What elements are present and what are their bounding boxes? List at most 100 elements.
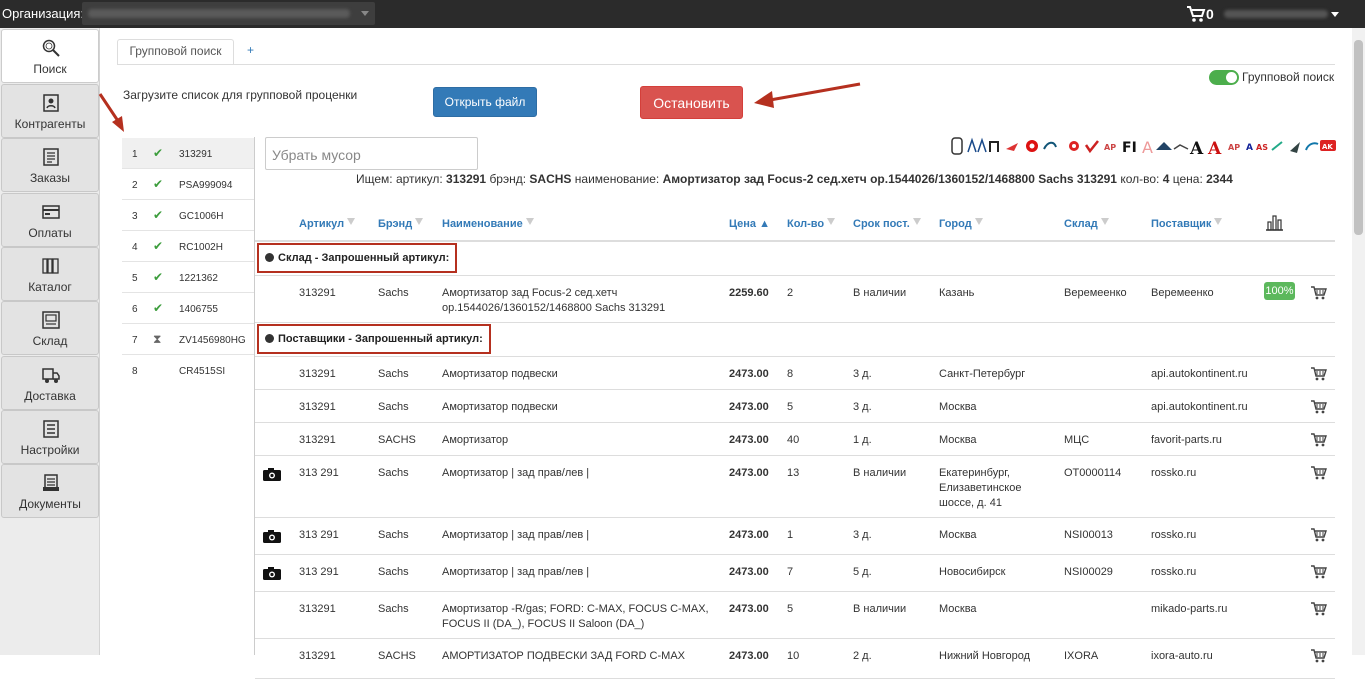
cell-qty: 10 (787, 650, 800, 662)
cell-article: 313291 (299, 650, 336, 662)
filter-input[interactable]: Убрать мусор (265, 137, 478, 170)
cell-qty: 8 (787, 368, 794, 380)
brand-logo-icon[interactable] (1084, 140, 1099, 154)
brand-logo-icon[interactable]: A (1207, 139, 1222, 155)
table-row[interactable]: 313291 Sachs Амортизатор подвески 2473.00 8 3… (255, 357, 1335, 390)
column-header-city[interactable]: Город (939, 218, 983, 230)
add-to-cart-icon[interactable] (1310, 527, 1327, 543)
brand-logo-icon[interactable] (1069, 141, 1079, 151)
list-item[interactable]: 8 CR4515SI (122, 355, 254, 386)
list-item[interactable]: 6 ✔ 1406755 (122, 293, 254, 324)
sidebar-item-documents[interactable]: Документы (1, 464, 99, 518)
brand-logo-icon[interactable] (1006, 143, 1018, 151)
settings-icon (43, 420, 59, 438)
add-to-cart-icon[interactable] (1310, 366, 1327, 382)
brand-logo-icon[interactable]: AP (1104, 143, 1116, 152)
table-row[interactable]: 313291 SACHS АМОРТИЗАТОР ПОДВЕСКИ ЗАД FORD… (255, 639, 1335, 679)
add-to-cart-icon[interactable] (1310, 601, 1327, 617)
brand-logo-icon[interactable]: A (1246, 143, 1253, 153)
column-header-term[interactable]: Срок пост. (853, 218, 921, 230)
add-to-cart-icon[interactable] (1310, 564, 1327, 580)
cell-price: 2473.00 (729, 434, 769, 446)
column-header-supplier[interactable]: Поставщик (1151, 218, 1222, 230)
cell-qty: 5 (787, 401, 794, 413)
brand-logo-icon[interactable] (1173, 144, 1189, 150)
contacts-icon (43, 94, 59, 112)
list-item[interactable]: 3 ✔ GC1006H (122, 200, 254, 231)
cell-article: 313 291 (299, 467, 339, 479)
brand-logo-icon[interactable] (989, 141, 999, 152)
brand-logo-icon[interactable] (1305, 142, 1319, 151)
camera-icon[interactable] (263, 567, 281, 580)
table-row[interactable]: 313291 Sachs Амортизатор -R/gas; FORD: C-M… (255, 592, 1335, 639)
scrollbar[interactable] (1352, 28, 1365, 655)
brand-logo-icon[interactable] (1156, 142, 1172, 150)
sidebar-item-catalog[interactable]: Каталог (1, 247, 99, 301)
list-item[interactable]: 4 ✔ RC1002H (122, 231, 254, 262)
brand-logo-icon[interactable] (1043, 141, 1057, 150)
camera-icon[interactable] (263, 468, 281, 481)
brand-logo-icon[interactable] (951, 137, 963, 155)
add-to-cart-icon[interactable] (1310, 648, 1327, 664)
column-header-stock[interactable]: Склад (1064, 218, 1109, 230)
brand-logo-icon[interactable]: FI (1122, 140, 1137, 155)
column-header-brand[interactable]: Брэнд (378, 218, 423, 230)
column-header-qty[interactable]: Кол-во (787, 218, 835, 230)
list-item[interactable]: 5 ✔ 1221362 (122, 262, 254, 293)
column-header-article[interactable]: Артикул (299, 218, 355, 230)
sidebar-item-settings[interactable]: Настройки (1, 410, 99, 464)
chevron-down-icon[interactable] (1331, 12, 1339, 17)
add-to-cart-icon[interactable] (1310, 432, 1327, 448)
sidebar-item-search[interactable]: Поиск (1, 29, 99, 83)
brand-logo-icon[interactable] (1271, 141, 1283, 151)
add-to-cart-icon[interactable] (1310, 285, 1327, 301)
cell-term: 5 д. (853, 566, 872, 578)
cell-stock: IXORA (1064, 650, 1099, 662)
brand-logo-icon[interactable] (967, 137, 987, 153)
group-header-warehouse: Склад - Запрошенный артикул: (255, 242, 1335, 276)
scrollbar-thumb[interactable] (1354, 40, 1363, 235)
stop-button[interactable]: Остановить (640, 86, 743, 119)
add-to-cart-icon[interactable] (1310, 399, 1327, 415)
open-file-button[interactable]: Открыть файл (433, 87, 537, 117)
table-row[interactable]: 313 291 Sachs Амортизатор | зад прав/лев |… (255, 518, 1335, 555)
column-header-price[interactable]: Цена ▲ (729, 218, 770, 230)
table-row[interactable]: 313291 Sachs Амортизатор подвески 2473.00 5 3… (255, 390, 1335, 423)
sidebar-item-payments[interactable]: Оплаты (1, 193, 99, 247)
list-item[interactable]: 7 ⧗ ZV1456980HG (122, 324, 254, 355)
table-row[interactable]: 313 291 Sachs Амортизатор | зад прав/лев |… (255, 456, 1335, 518)
sidebar-item-label: Настройки (20, 443, 80, 457)
list-item[interactable]: 2 ✔ PSA999094 (122, 169, 254, 200)
add-to-cart-icon[interactable] (1310, 465, 1327, 481)
brand-logo-icon[interactable] (1026, 140, 1038, 152)
sidebar-item-warehouse[interactable]: Склад (1, 301, 99, 355)
org-select[interactable] (82, 2, 375, 25)
sidebar-item-delivery[interactable]: Доставка (1, 356, 99, 410)
column-header-name[interactable]: Наименование (442, 218, 534, 230)
cart-icon[interactable] (1186, 5, 1206, 23)
list-item[interactable]: 1 ✔ 313291 (122, 138, 254, 169)
group-search-toggle[interactable] (1209, 70, 1239, 85)
cell-brand: Sachs (378, 401, 409, 413)
org-label: Организация: (2, 6, 85, 21)
table-row[interactable]: 313291 Sachs Амортизатор зад Focus-2 сед… (255, 276, 1335, 323)
payments-icon (42, 205, 60, 219)
user-menu[interactable] (1224, 6, 1328, 22)
brand-logo-icon[interactable] (1290, 142, 1300, 153)
brand-logo-icon[interactable]: AP (1228, 143, 1240, 152)
brand-logo-icon[interactable]: A (1189, 139, 1204, 155)
tab-group-search[interactable]: Групповой поиск (117, 39, 234, 65)
cell-qty: 5 (787, 603, 794, 615)
brand-logos-strip[interactable]: AP FI A A A AP A AS AK (950, 137, 1340, 155)
sidebar-item-contacts[interactable]: Контрагенты (1, 84, 99, 138)
camera-icon[interactable] (263, 530, 281, 543)
brand-logo-icon[interactable]: AK (1320, 140, 1336, 151)
brand-logo-icon[interactable]: AS (1256, 143, 1268, 152)
bar-chart-icon[interactable] (1265, 214, 1284, 231)
table-row[interactable]: 313291 SACHS Амортизатор 2473.00 40 1 д. Москв… (255, 423, 1335, 456)
cell-city: Москва (939, 603, 977, 615)
sidebar-item-orders[interactable]: Заказы (1, 138, 99, 192)
brand-logo-icon[interactable]: A (1142, 138, 1153, 155)
table-row[interactable]: 313 291 Sachs Амортизатор | зад прав/лев |… (255, 555, 1335, 592)
add-tab-button[interactable]: + (247, 43, 254, 57)
